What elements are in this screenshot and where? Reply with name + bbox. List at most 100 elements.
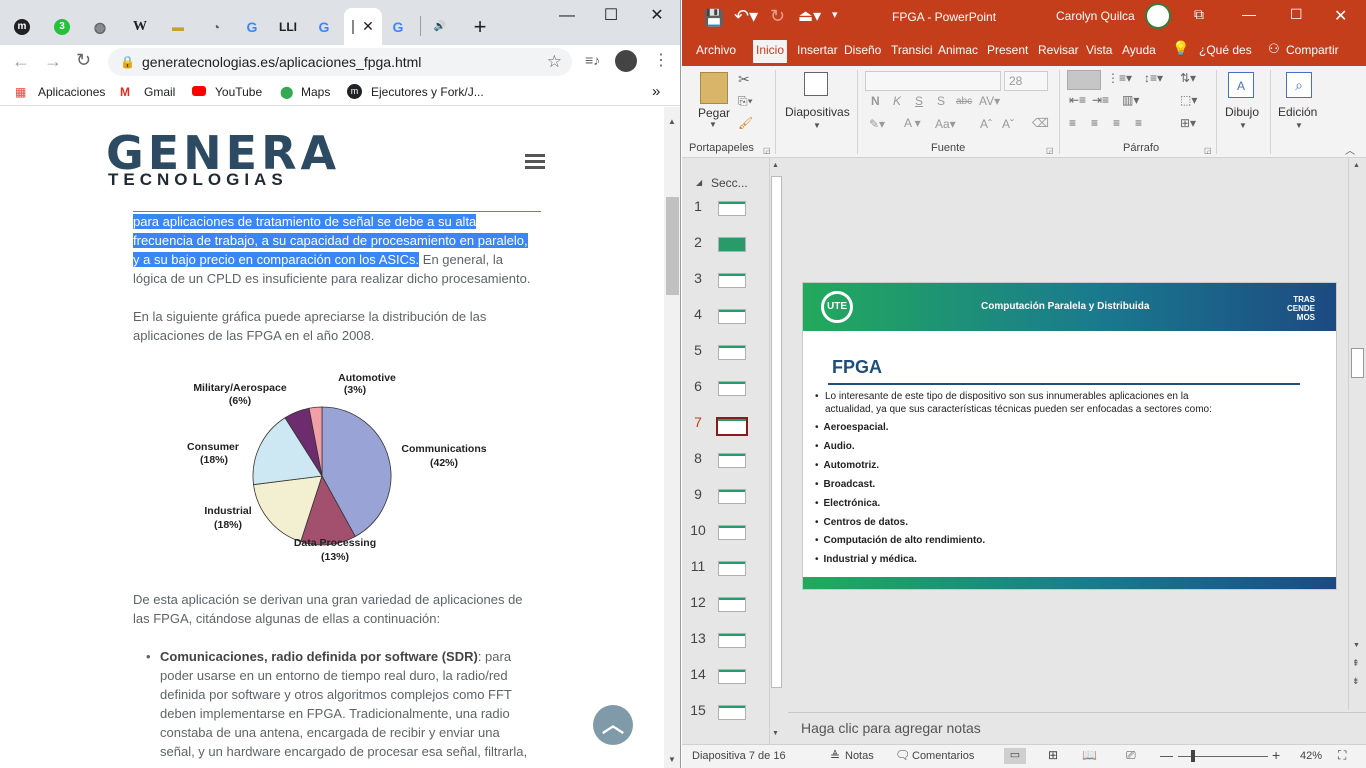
drawing-button[interactable]: Dibujo <box>1225 105 1259 119</box>
scroll-down-arrow-icon[interactable]: ▼ <box>668 755 676 764</box>
strikethrough-icon[interactable]: abc <box>956 96 972 107</box>
columns-icon[interactable]: ▥▾ <box>1122 93 1139 107</box>
search-icon[interactable]: ⌕ <box>1286 72 1312 98</box>
forward-arrow-icon[interactable]: → <box>44 51 62 72</box>
align-center-icon[interactable]: ≡ <box>1091 116 1098 130</box>
slide-number[interactable]: 4 <box>688 306 708 322</box>
normal-view-icon[interactable]: ▭ <box>1004 748 1026 764</box>
slide-number[interactable]: 11 <box>688 558 708 574</box>
tab-diseno[interactable]: Diseño <box>844 43 881 57</box>
comments-icon[interactable]: 🗨 <box>895 748 910 762</box>
slide-number[interactable]: 15 <box>688 702 708 718</box>
tab-books[interactable]: LLI <box>272 8 304 45</box>
font-color-icon[interactable]: A ▾ <box>904 116 921 130</box>
dialog-launcher-icon[interactable]: ◲ <box>1046 146 1054 155</box>
menu-kebab-icon[interactable]: ⋮ <box>653 50 669 70</box>
collapse-section-icon[interactable]: ◢ <box>696 178 702 187</box>
tab-revisar[interactable]: Revisar <box>1038 43 1079 57</box>
copy-icon[interactable]: ⎘▾ <box>738 94 753 109</box>
back-arrow-icon[interactable]: ← <box>12 51 30 72</box>
dialog-launcher-icon[interactable]: ◲ <box>763 146 771 155</box>
tab-active[interactable]: ✕ <box>344 8 382 45</box>
media-control-icon[interactable]: ≡♪ <box>585 52 600 68</box>
scroll-up-arrow-icon[interactable]: ▲ <box>668 117 676 126</box>
bookmark-maps[interactable]: Maps <box>301 85 330 99</box>
slide-bullet-item[interactable]: • Automotriz. <box>815 459 1315 472</box>
underline-icon[interactable]: S <box>915 94 923 108</box>
slide-title[interactable]: FPGA <box>832 357 882 378</box>
avatar[interactable] <box>1145 3 1171 29</box>
align-left-icon[interactable]: ≡ <box>1069 116 1076 130</box>
slide-intro[interactable]: • Lo interesante de este tipo de disposi… <box>815 390 1315 416</box>
new-tab-button[interactable]: + <box>466 8 494 45</box>
reading-view-icon[interactable]: 📖 <box>1082 748 1097 762</box>
bookmark-apps[interactable]: Aplicaciones <box>38 85 105 99</box>
slide-bullet-item[interactable]: • Aeroespacial. <box>815 421 1315 434</box>
slide-number[interactable]: 14 <box>688 666 708 682</box>
slide-thumbnail[interactable] <box>718 237 746 252</box>
tell-me-search[interactable]: ¿Qué des <box>1199 43 1252 57</box>
slide-number[interactable]: 3 <box>688 270 708 286</box>
reload-icon[interactable]: ↻ <box>76 50 91 71</box>
editing-button[interactable]: Edición <box>1278 105 1317 119</box>
tab-animaciones[interactable]: Animac <box>938 43 978 57</box>
slide-number[interactable]: 7 <box>688 414 708 430</box>
bookmark-ejecutores[interactable]: Ejecutores y Fork/J... <box>371 85 484 99</box>
previous-slide-icon[interactable]: ⇞ <box>1352 658 1360 669</box>
share-button[interactable]: Compartir <box>1286 43 1339 57</box>
align-right-icon[interactable]: ≡ <box>1113 116 1120 130</box>
close-icon[interactable]: ✕ <box>362 18 374 35</box>
slide-thumbnail[interactable] <box>718 273 746 288</box>
slide-thumbnail[interactable] <box>718 525 746 540</box>
tab-m[interactable]: m <box>6 8 38 45</box>
tab-ayuda[interactable]: Ayuda <box>1122 43 1156 57</box>
ribbon-display-options-button[interactable]: ⧉ <box>1194 6 1204 23</box>
tab-audio[interactable]: 🔊 <box>426 8 454 45</box>
tab-insertar[interactable]: Insertar <box>797 43 838 57</box>
section-label[interactable]: Secc... <box>711 176 748 190</box>
undo-icon[interactable]: ↶▾ <box>734 6 758 27</box>
slide-bullet-item[interactable]: • Industrial y médica. <box>815 553 1315 566</box>
slide-thumbnail[interactable] <box>718 705 746 720</box>
highlight-icon[interactable]: ✎▾ <box>869 117 885 131</box>
address-bar[interactable]: 🔒 generatecnologias.es/aplicaciones_fpga… <box>108 48 572 76</box>
increase-font-icon[interactable]: Aˆ <box>980 117 992 131</box>
redo-icon[interactable]: ↻ <box>770 6 785 27</box>
tab-google-2[interactable]: G <box>308 8 340 45</box>
tab-presentacion[interactable]: Present <box>987 43 1028 57</box>
present-from-start-icon[interactable]: ⏏▾ <box>798 6 821 26</box>
chevron-down-icon[interactable]: ▼ <box>1239 121 1247 130</box>
notes-icon[interactable]: ≜ <box>830 749 840 763</box>
slide-thumbnail[interactable] <box>718 453 746 468</box>
bullets-icon[interactable] <box>1067 70 1101 90</box>
slide-thumbnail[interactable] <box>718 489 746 504</box>
tab-whatsapp[interactable]: 3 <box>46 8 78 45</box>
user-name[interactable]: Carolyn Quilca <box>1056 9 1135 23</box>
tab-globe[interactable]: ◍ <box>84 8 116 45</box>
scrollbar-thumb[interactable] <box>666 197 679 295</box>
char-spacing-icon[interactable]: AV▾ <box>979 94 1000 108</box>
slides-button[interactable]: Diapositivas <box>785 105 850 119</box>
star-icon[interactable]: ☆ <box>547 48 562 76</box>
decrease-font-icon[interactable]: Aˇ <box>1002 117 1014 131</box>
bookmarks-overflow-button[interactable]: » <box>652 83 660 100</box>
url-text[interactable]: generatecnologias.es/aplicaciones_fpga.h… <box>142 54 421 70</box>
slide-bullet-item[interactable]: • Electrónica. <box>815 497 1315 510</box>
notes-button[interactable]: Notas <box>845 750 874 762</box>
minimize-button[interactable]: — <box>552 6 582 26</box>
slide-bullet-item[interactable]: • Broadcast. <box>815 478 1315 491</box>
slide-thumbnail[interactable] <box>718 381 746 396</box>
paste-button[interactable]: Pegar <box>698 106 730 120</box>
slide-number[interactable]: 6 <box>688 378 708 394</box>
slide-sorter-icon[interactable]: ⊞ <box>1048 748 1058 762</box>
comments-button[interactable]: Comentarios <box>912 750 974 762</box>
font-name-select[interactable] <box>865 71 1001 91</box>
text-direction-icon[interactable]: ⇅▾ <box>1180 71 1196 85</box>
slide-thumbnail[interactable] <box>718 309 746 324</box>
tab-dash[interactable]: ◔ <box>200 8 232 45</box>
tab-vista[interactable]: Vista <box>1086 43 1112 57</box>
decrease-indent-icon[interactable]: ⇤≡ <box>1069 93 1086 107</box>
slide-number[interactable]: 10 <box>688 522 708 538</box>
change-case-icon[interactable]: Aa▾ <box>935 117 956 131</box>
clear-formatting-icon[interactable]: ⌫ <box>1032 116 1049 130</box>
